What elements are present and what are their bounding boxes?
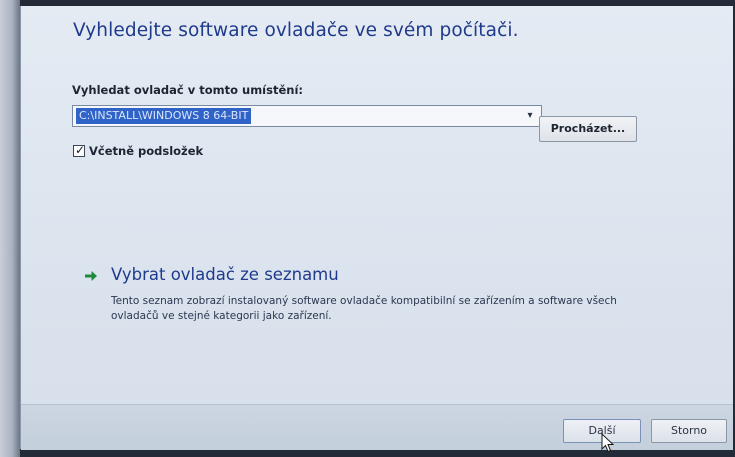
cancel-button[interactable]: Storno: [651, 419, 727, 443]
background-window-edge: [0, 0, 20, 457]
screen: Vyhledejte software ovladače ve svém poč…: [0, 0, 735, 457]
arrow-right-icon: [83, 268, 101, 286]
mouse-pointer-icon: [601, 433, 615, 453]
search-location-value[interactable]: C:\INSTALL\WINDOWS 8 64-BIT: [76, 108, 252, 124]
include-subfolders-checkbox[interactable]: ✓: [73, 143, 86, 157]
pick-from-list-link[interactable]: Vybrat ovladač ze seznamu: [83, 264, 339, 286]
pick-from-list-title[interactable]: Vybrat ovladač ze seznamu: [111, 264, 339, 286]
pick-from-list-description: Tento seznam zobrazí instalovaný softwar…: [111, 295, 617, 322]
driver-search-dialog: Vyhledejte software ovladače ve svém poč…: [20, 6, 733, 453]
dialog-heading: Vyhledejte software ovladače ve svém poč…: [73, 20, 519, 41]
search-location-label: Vyhledat ovladač v tomto umístění:: [72, 83, 303, 97]
checkmark-icon: ✓: [74, 143, 86, 157]
include-subfolders-checkbox-row[interactable]: ✓ Včetně podsložek: [73, 143, 203, 159]
dialog-footer: Další Storno: [21, 404, 733, 453]
browse-button[interactable]: Procházet...: [539, 116, 637, 142]
include-subfolders-label[interactable]: Včetně podsložek: [89, 144, 203, 158]
search-location-combobox[interactable]: C:\INSTALL\WINDOWS 8 64-BIT ▾: [72, 105, 542, 127]
chevron-down-icon[interactable]: ▾: [523, 109, 537, 123]
